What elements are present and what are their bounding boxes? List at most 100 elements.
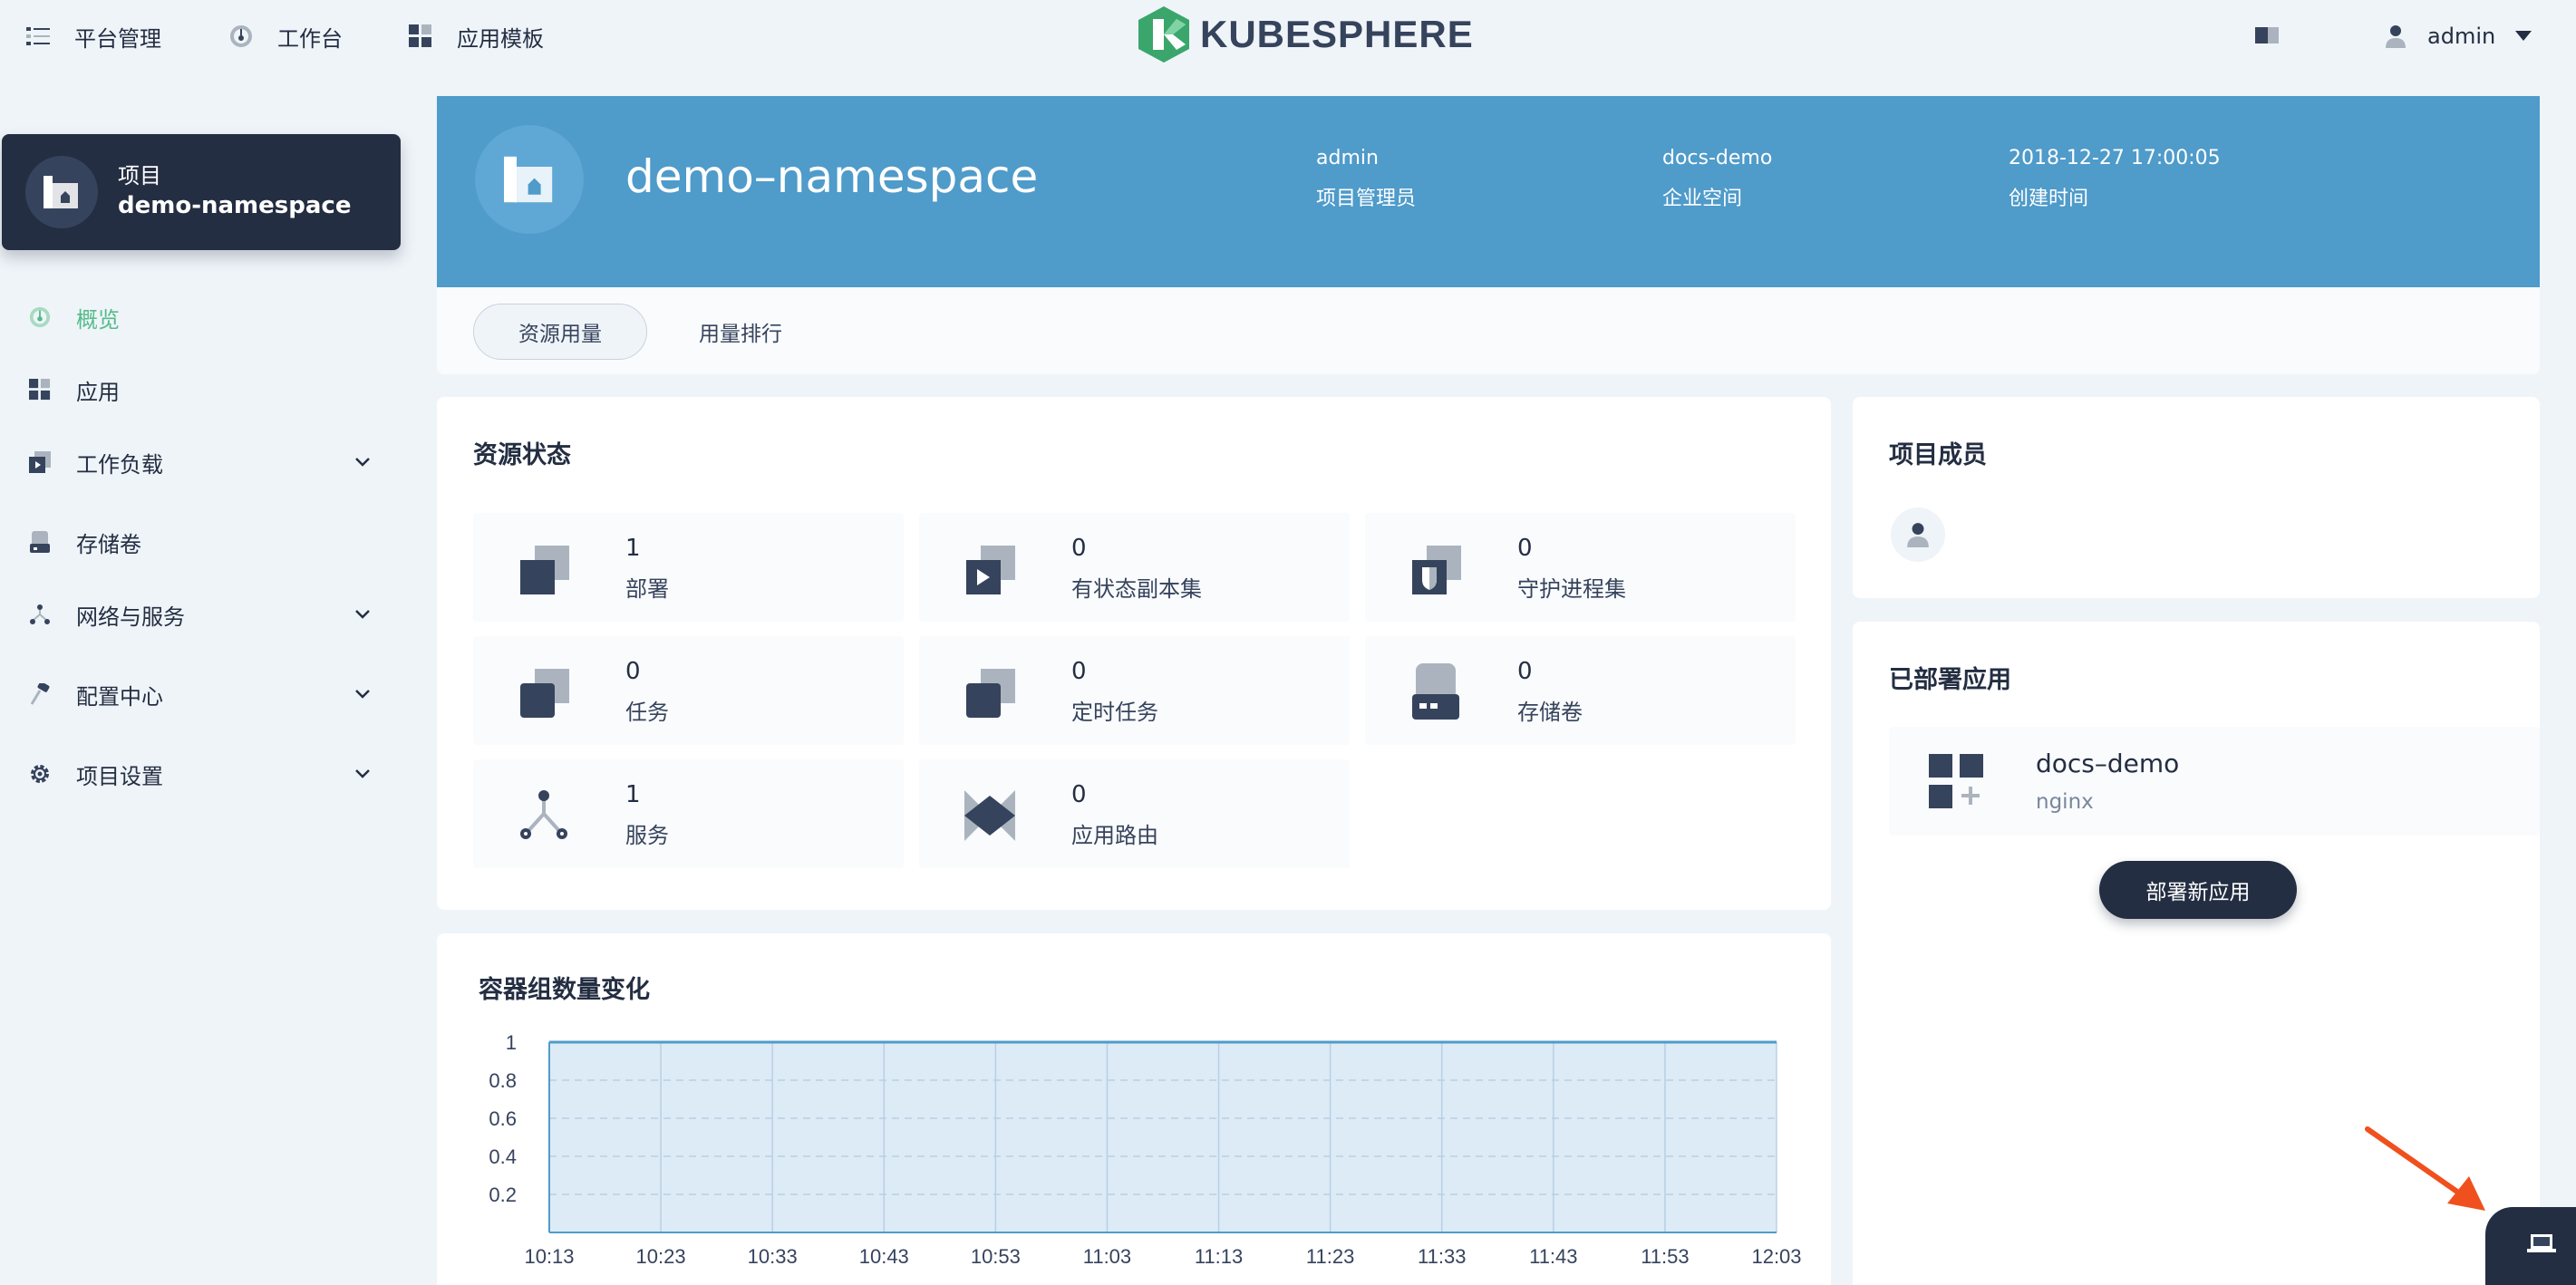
tile-services[interactable]: 1 服务 — [473, 759, 904, 868]
app-desc: nginx — [2036, 790, 2094, 814]
x-tick-label: 10:23 — [636, 1245, 686, 1268]
chevron-down-icon — [353, 761, 372, 792]
job-icon — [520, 669, 569, 718]
toggle-icon[interactable] — [2255, 25, 2281, 49]
x-tick-label: 11:23 — [1306, 1245, 1354, 1268]
app-name: docs–demo — [2036, 749, 2180, 778]
tab-usage-ranking[interactable]: 用量排行 — [663, 304, 818, 360]
deployment-icon — [520, 546, 569, 594]
network-icon — [27, 602, 53, 627]
meta-workspace: docs-demo 企业空间 — [1662, 147, 1772, 211]
meta-creator: admin 项目管理员 — [1316, 147, 1416, 211]
nav-templates-label: 应用模板 — [457, 25, 544, 52]
x-tick-label: 11:03 — [1083, 1245, 1131, 1268]
meta-label: 企业空间 — [1662, 188, 1743, 210]
x-tick-label: 11:33 — [1418, 1245, 1466, 1268]
y-tick-label: 0.4 — [489, 1145, 517, 1168]
tile-count: 0 — [1517, 535, 1533, 562]
tab-resource-usage[interactable]: 资源用量 — [473, 304, 647, 360]
tile-volumes[interactable]: 0 存储卷 — [1365, 636, 1796, 745]
nav-platform-label: 平台管理 — [74, 25, 161, 52]
sidebar-item-network[interactable]: 网络与服务 — [0, 587, 399, 642]
y-tick-label: 0.2 — [489, 1184, 517, 1206]
y-tick-label: 1 — [506, 1031, 517, 1054]
ingress-icon — [964, 790, 1015, 841]
tile-label: 守护进程集 — [1517, 576, 1626, 602]
x-tick-label: 10:33 — [748, 1245, 798, 1268]
y-tick-label: 0.8 — [489, 1069, 517, 1092]
tile-deployments[interactable]: 1 部署 — [473, 513, 904, 622]
apps-icon — [27, 377, 53, 402]
tabs-bar: 资源用量 用量排行 — [437, 287, 2540, 374]
card-title: 已部署应用 — [1889, 666, 2011, 694]
tile-ingresses[interactable]: 0 应用路由 — [919, 759, 1350, 868]
nav-templates[interactable]: 应用模板 — [408, 0, 544, 72]
nav-workbench[interactable]: 工作台 — [228, 0, 343, 72]
deploy-new-app-button[interactable]: 部署新应用 — [2099, 861, 2297, 919]
sidebar-item-label: 应用 — [76, 379, 120, 405]
storage-icon — [27, 529, 53, 555]
sidebar-item-apps[interactable]: 应用 — [0, 362, 399, 417]
dashboard-icon — [228, 24, 254, 49]
tile-label: 任务 — [625, 700, 669, 725]
service-icon — [520, 790, 567, 839]
x-tick-label: 11:43 — [1529, 1245, 1577, 1268]
page-title: demo–namespace — [625, 150, 1039, 203]
project-icon — [475, 125, 584, 234]
tile-jobs[interactable]: 0 任务 — [473, 636, 904, 745]
sidebar-item-settings[interactable]: 项目设置 — [0, 747, 399, 801]
sidebar-item-workloads[interactable]: 工作负载 — [0, 435, 399, 489]
gear-icon — [27, 761, 53, 787]
brand-name: KUBESPHERE — [1200, 13, 1474, 55]
meta-value: admin — [1316, 147, 1379, 169]
project-members-card: 项目成员 — [1853, 397, 2540, 598]
sidebar-item-config[interactable]: 配置中心 — [0, 667, 399, 721]
app-item[interactable]: docs–demo nginx — [1889, 727, 2540, 836]
tile-count: 0 — [625, 658, 641, 685]
config-icon — [27, 681, 53, 707]
tile-count: 1 — [625, 781, 641, 808]
caret-down-icon — [2515, 31, 2532, 42]
resource-status-card: 资源状态 1 部署 0 有状态副本集 0 守护进程集 0 任务 0 定时任务 0… — [437, 397, 1831, 910]
sidebar-item-label: 存储卷 — [76, 531, 141, 557]
y-tick-label: 0.6 — [489, 1107, 517, 1130]
tile-cronjobs[interactable]: 0 定时任务 — [919, 636, 1350, 745]
nav-platform[interactable]: 平台管理 — [25, 0, 161, 72]
tile-label: 部署 — [625, 576, 669, 602]
project-card[interactable]: 项目 demo-namespace — [2, 134, 401, 250]
tile-label: 定时任务 — [1071, 700, 1158, 725]
tile-count: 0 — [1071, 658, 1087, 685]
apps-grid-icon — [408, 24, 433, 49]
list-icon — [25, 24, 51, 49]
tile-label: 有状态副本集 — [1071, 576, 1202, 602]
x-tick-label: 11:13 — [1195, 1245, 1243, 1268]
tile-label: 存储卷 — [1517, 700, 1583, 725]
sidebar-item-label: 网络与服务 — [76, 604, 185, 630]
meta-label: 项目管理员 — [1316, 188, 1417, 210]
user-menu[interactable]: admin — [2386, 0, 2532, 72]
tile-statefulsets[interactable]: 0 有状态副本集 — [919, 513, 1350, 622]
chevron-down-icon — [353, 602, 372, 633]
chevron-down-icon — [353, 681, 372, 712]
tile-count: 0 — [1517, 658, 1533, 685]
user-avatar-icon — [2386, 24, 2406, 48]
sidebar-item-label: 概览 — [76, 306, 120, 333]
member-avatar-icon[interactable] — [1891, 507, 1945, 562]
daemonset-icon — [1412, 546, 1461, 594]
x-tick-label: 12:03 — [1751, 1245, 1801, 1268]
pod-count-chart: 1 0.8 0.6 0.4 0.2 10:13 10:23 10:33 10:43 10:53 11… — [489, 1031, 1801, 1268]
sidebar-item-overview[interactable]: 概览 — [0, 290, 399, 344]
kubesphere-logo[interactable]: KUBESPHERE — [1138, 5, 1474, 63]
sidebar-item-label: 配置中心 — [76, 683, 163, 710]
tile-label: 服务 — [625, 823, 669, 848]
cronjob-icon — [966, 669, 1015, 718]
kubesphere-logo-icon — [1138, 6, 1189, 63]
tile-label: 应用路由 — [1071, 823, 1158, 848]
card-title: 资源状态 — [473, 441, 571, 469]
tile-daemonsets[interactable]: 0 守护进程集 — [1365, 513, 1796, 622]
tile-count: 1 — [625, 535, 641, 562]
sidebar-item-storage[interactable]: 存储卷 — [0, 515, 399, 569]
toolbox-button[interactable] — [2485, 1207, 2576, 1285]
project-type: 项目 — [118, 163, 161, 188]
tile-count: 0 — [1071, 535, 1087, 562]
